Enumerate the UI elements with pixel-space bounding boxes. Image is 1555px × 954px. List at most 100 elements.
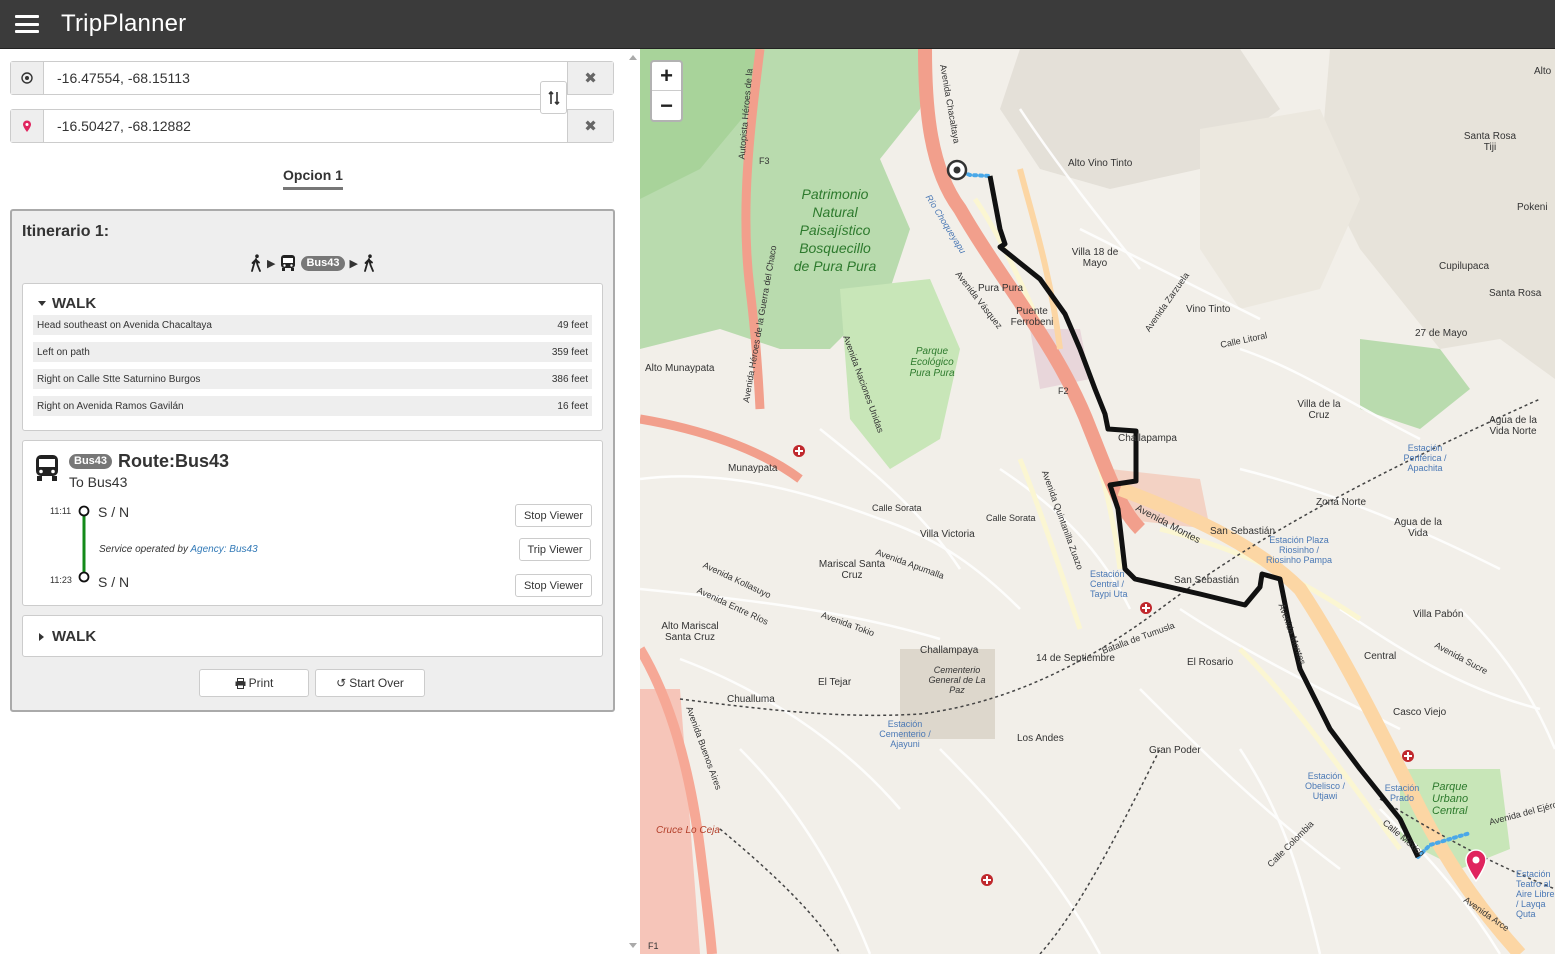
map-label: Cementerio General de La Paz [928, 665, 986, 695]
walk-leg-header[interactable]: WALK [39, 628, 96, 645]
step-row: Head southeast on Avenida Chacaltaya 49 … [33, 315, 592, 335]
clear-destination-icon[interactable]: ✖ [567, 110, 613, 142]
itinerary-box: Itinerario 1: ▶ Bus43 ▶ WALK Head southe… [10, 209, 615, 712]
destination-input[interactable] [44, 110, 567, 142]
walk-icon [251, 254, 261, 272]
map-label: Chualluma [727, 694, 775, 705]
zoom-in-button[interactable]: + [652, 62, 681, 91]
map-label: Villa Victoria [920, 529, 975, 540]
map-label: Alto Mariscal Santa Cruz [661, 621, 719, 643]
origin-icon [11, 62, 44, 94]
map-label: Challampaya [920, 645, 979, 656]
map-label: Estación Teatro al Aire Libre / Layqa Qu… [1516, 869, 1555, 919]
start-over-button[interactable]: ↺ Start Over [315, 669, 425, 697]
swap-icon [547, 90, 560, 105]
service-prefix: Service operated by [99, 544, 188, 555]
start-stop: S / N [98, 504, 130, 520]
map-label: San Sebastián [1174, 575, 1240, 586]
walk-icon [364, 254, 374, 272]
step-text: Right on Calle Stte Saturnino Burgos [37, 373, 201, 385]
bus-icon [281, 255, 296, 271]
step-distance: 16 feet [557, 400, 588, 412]
agency-link[interactable]: Agency: Bus43 [190, 544, 257, 555]
route-badge: Bus43 [301, 255, 345, 271]
map-label: Santa Rosa Tiji [1463, 131, 1517, 153]
step-distance: 386 feet [551, 373, 588, 385]
zoom-control: + − [650, 60, 683, 122]
menu-icon[interactable] [15, 15, 39, 33]
map-label: Munaypata [728, 463, 778, 474]
stop-viewer-button[interactable]: Stop Viewer [515, 504, 592, 527]
map-label: Agua de la Vida [1394, 517, 1442, 539]
map-label: F3 [759, 156, 770, 166]
route-badge: Bus43 [69, 454, 113, 469]
option-tab-container: Opcion 1 [0, 167, 626, 190]
map-label: F1 [648, 941, 659, 951]
zoom-out-button[interactable]: − [652, 91, 681, 120]
print-label: Print [248, 676, 274, 690]
route-line [78, 505, 90, 583]
trip-planner-panel: ✖ ✖ Opcion 1 Itinerario 1: ▶ Bus43 ▶ WAL… [0, 49, 626, 954]
itinerary-summary: ▶ Bus43 ▶ [12, 254, 613, 272]
caret-right-icon [39, 632, 44, 641]
map-label: Los Andes [1017, 733, 1064, 744]
start-time: 11:11 [50, 506, 72, 516]
map-label: Villa 18 de Mayo [1071, 247, 1119, 269]
destination-icon [11, 110, 44, 142]
map-label: Challapampa [1118, 433, 1177, 444]
caret-down-icon [38, 301, 46, 306]
map-label: El Rosario [1187, 657, 1234, 668]
print-button[interactable]: Print [199, 669, 309, 697]
map-label: F2 [1058, 386, 1069, 396]
route-name: Route:Bus43 [118, 451, 230, 471]
walk-leg-2: WALK [22, 615, 603, 657]
map-label-parque-ecologico: Parque Ecológico Pura Pura [909, 346, 955, 379]
map-label: Calle Sorata [872, 503, 922, 513]
step-row: Right on Calle Stte Saturnino Burgos 386… [33, 369, 592, 389]
origin-input[interactable] [44, 62, 567, 94]
map-label: Central [1364, 651, 1397, 662]
map-label: Zona Norte [1316, 497, 1367, 508]
map-label: Villa Pabón [1413, 609, 1464, 620]
step-text: Head southeast on Avenida Chacaltaya [37, 319, 212, 331]
start-over-label: Start Over [349, 676, 404, 690]
app-title: TripPlanner [61, 10, 187, 37]
swap-locations-button[interactable] [540, 81, 567, 114]
undo-icon: ↺ [336, 676, 347, 690]
map-label: Gran Poder [1149, 745, 1201, 756]
destination-row: ✖ [10, 109, 614, 143]
clear-origin-icon[interactable]: ✖ [567, 62, 613, 94]
step-row: Right on Avenida Ramos Gavilán 16 feet [33, 396, 592, 416]
map-label: Agua de la Vida Norte [1489, 415, 1537, 437]
trip-viewer-button[interactable]: Trip Viewer [519, 538, 591, 561]
walk-leg-1: WALK Head southeast on Avenida Chacaltay… [22, 283, 603, 431]
map-label: Villa de la Cruz [1297, 399, 1341, 421]
service-info: Service operated by Agency: Bus43 [99, 544, 258, 555]
step-row: Left on path 359 feet [33, 342, 592, 362]
scroll-down-icon[interactable] [629, 943, 637, 948]
origin-row: ✖ [10, 61, 614, 95]
map-label: Estación Central / Taypi Uta [1090, 569, 1128, 599]
top-navbar: TripPlanner [0, 0, 1555, 49]
map-label: Alto [1534, 66, 1552, 77]
map-label: Alto Vino Tinto [1068, 158, 1133, 169]
print-icon [235, 677, 246, 689]
walk-label: WALK [52, 295, 97, 312]
scroll-up-icon[interactable] [629, 55, 637, 60]
map-label: Parque Urbano Central [1432, 781, 1469, 817]
map-view[interactable]: + − Patrimonio Natural Paisajístico Bosq… [640, 49, 1555, 954]
panel-scrollbar[interactable] [626, 49, 640, 954]
map-label: Santa Rosa [1489, 288, 1542, 299]
map-label: Casco Viejo [1393, 707, 1447, 718]
map-label: Mariscal Santa Cruz [818, 559, 886, 581]
step-distance: 49 feet [557, 319, 588, 331]
stop-viewer-button[interactable]: Stop Viewer [515, 574, 592, 597]
step-text: Left on path [37, 346, 90, 358]
tab-option-1[interactable]: Opcion 1 [283, 167, 343, 190]
walk-leg-header[interactable]: WALK [38, 295, 96, 312]
arrow-icon: ▶ [267, 257, 276, 270]
arrow-icon: ▶ [349, 257, 358, 270]
map-label: Puente Ferrobeni [1010, 306, 1054, 328]
route-destination: To Bus43 [69, 474, 128, 490]
map-label: Estación Plaza Riosinho / Riosinho Pampa [1265, 535, 1333, 565]
